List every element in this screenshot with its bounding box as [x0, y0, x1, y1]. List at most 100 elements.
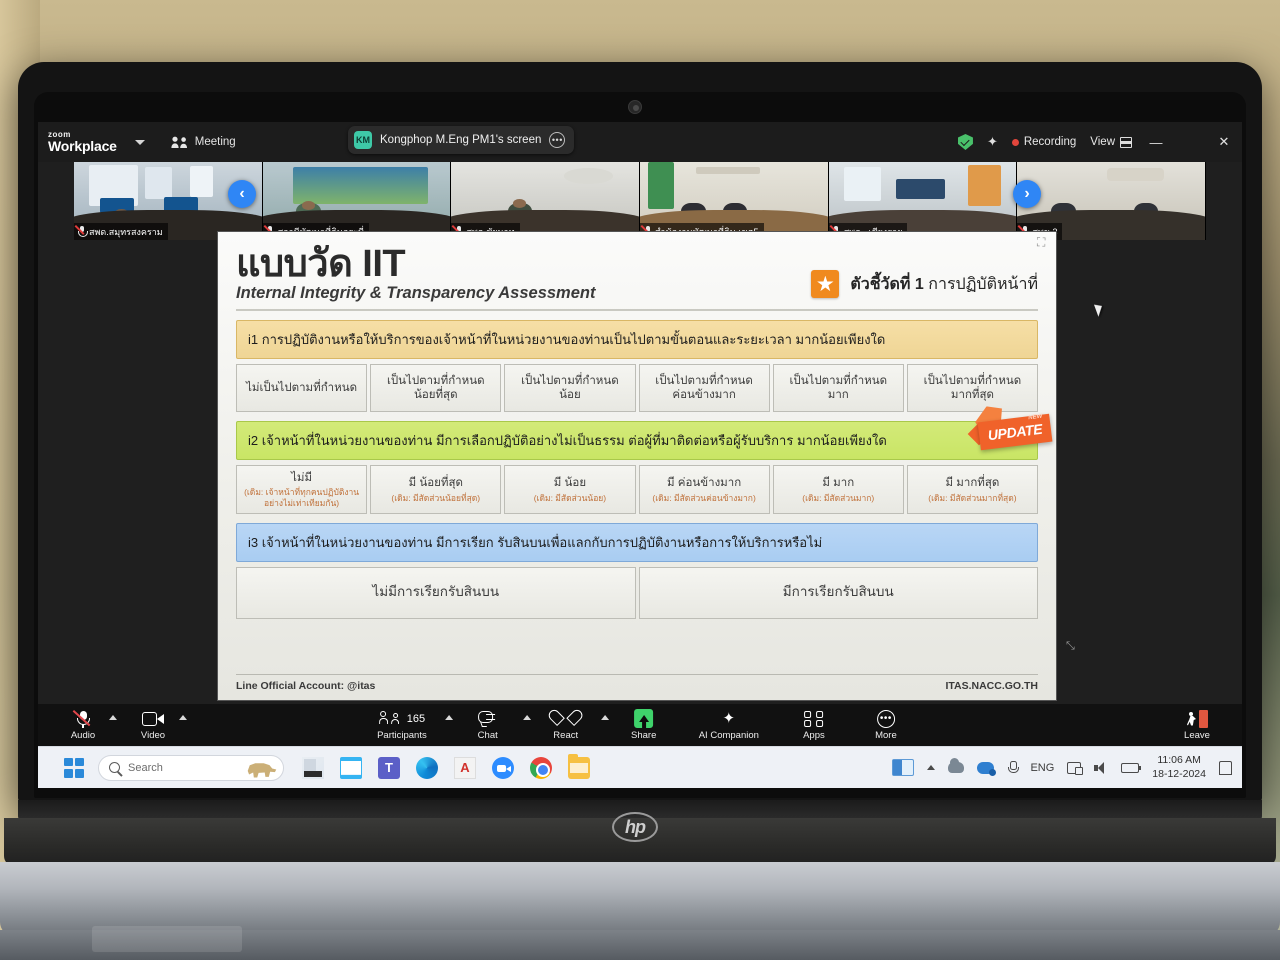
acrobat-icon[interactable]	[454, 756, 476, 779]
zoom-title-bar: zoom Workplace Meeting KM Kongphop M.Eng…	[38, 122, 1242, 162]
cloud-icon[interactable]	[948, 758, 965, 773]
participants-label: Participants	[377, 730, 427, 741]
elephant-icon	[247, 763, 277, 778]
option-cell[interactable]: เป็นไปตามที่กำหนด มาก	[772, 364, 904, 413]
view-button[interactable]: View	[1090, 136, 1132, 148]
option-cell[interactable]: เป็นไปตามที่กำหนด น้อย	[504, 364, 636, 413]
option-cell[interactable]: ไม่มีการเรียกรับสินบน	[236, 566, 636, 619]
touchpad	[92, 926, 242, 952]
avatar: KM	[354, 131, 372, 149]
chat-bubble-icon	[478, 709, 497, 728]
options-i2: ไม่มี (เดิม: เจ้าหน้าที่ทุกคนปฏิบัติงานอ…	[236, 465, 1039, 514]
filmstrip-next-button[interactable]: ›	[1013, 180, 1041, 208]
recording-dot-icon	[1011, 138, 1019, 146]
ai-companion-button[interactable]: ✦ AI Companion	[693, 707, 765, 743]
sparkle-icon[interactable]: ✦	[987, 134, 998, 150]
taskbar-app-icons	[302, 753, 590, 779]
react-caret-icon[interactable]	[600, 715, 609, 720]
option-sublabel: (เดิม: มีสัดส่วนมาก)	[802, 492, 875, 503]
shield-check-icon[interactable]	[957, 134, 973, 150]
search-icon	[109, 762, 120, 773]
video-button[interactable]: Video	[130, 707, 176, 743]
video-thumbnail[interactable]: สถานีพัฒนาที่ดินกระบี่	[262, 162, 452, 240]
option-cell[interactable]: ไม่เป็นไปตามที่กำหนด	[236, 364, 368, 413]
video-thumbnail[interactable]: สพข.3	[1017, 162, 1206, 240]
indicator-topic: การปฏิบัติหน้าที่	[928, 275, 1038, 293]
option-label: เป็นไปตามที่กำหนด น้อย	[521, 374, 619, 402]
volume-icon[interactable]	[1094, 761, 1108, 774]
language-indicator[interactable]: ENG	[1030, 762, 1054, 774]
notifications-icon[interactable]	[1219, 760, 1232, 775]
option-cell[interactable]: เป็นไปตามที่กำหนด มากที่สุด	[906, 364, 1039, 413]
thumbnail-name: สพด.สมุทรสงคราม	[74, 223, 168, 240]
option-cell[interactable]: มี น้อยที่สุด (เดิม: มีสัดส่วนน้อยที่สุด…	[370, 465, 502, 514]
minimize-button[interactable]: —	[1146, 135, 1166, 150]
apps-button[interactable]: Apps	[791, 707, 837, 743]
leave-button[interactable]: Leave	[1174, 707, 1220, 743]
video-thumbnail[interactable]: สพด._เชียงราย	[828, 162, 1018, 240]
participants-button[interactable]: 165 Participants	[371, 707, 433, 743]
more-button[interactable]: ••• More	[863, 707, 909, 743]
audio-options-caret-icon[interactable]	[109, 715, 117, 720]
chat-button[interactable]: Chat	[465, 707, 511, 743]
option-label: มี น้อยที่สุด	[408, 477, 463, 490]
share-fullscreen-icon[interactable]: ⛶	[1037, 236, 1050, 249]
zoom-logo: zoom Workplace	[48, 131, 117, 154]
maximize-button[interactable]	[1180, 135, 1200, 150]
search-input[interactable]: Search	[98, 754, 284, 781]
folder-icon[interactable]	[568, 753, 590, 779]
slide-footer: Line Official Account: @itas ITAS.NACC.G…	[236, 674, 1038, 692]
question-i3: i3 เจ้าหน้าที่ในหน่วยงานของท่าน มีการเรี…	[236, 522, 1038, 562]
option-cell[interactable]: มี มากที่สุด (เดิม: มีสัดส่วนมากที่สุด)	[906, 465, 1039, 514]
windows-taskbar: Search ENG	[38, 746, 1242, 788]
battery-icon[interactable]	[1121, 762, 1142, 773]
participants-caret-icon[interactable]	[444, 715, 453, 720]
zoom-icon[interactable]	[492, 756, 514, 779]
option-cell[interactable]: ไม่มี (เดิม: เจ้าหน้าที่ทุกคนปฏิบัติงานอ…	[236, 465, 368, 514]
option-cell[interactable]: มี น้อย (เดิม: มีสัดส่วนน้อย)	[504, 465, 636, 514]
ellipsis-icon[interactable]: •••	[549, 132, 566, 148]
resize-handle-icon[interactable]: ⤡	[1066, 640, 1078, 652]
filmstrip-prev-button[interactable]: ‹	[228, 180, 256, 208]
video-options-caret-icon[interactable]	[179, 715, 187, 720]
widgets-icon[interactable]	[892, 759, 915, 776]
recording-status[interactable]: Recording	[1011, 136, 1076, 148]
screen-share-banner[interactable]: KM Kongphop M.Eng PM1's screen •••	[348, 126, 575, 154]
header-divider	[236, 309, 1038, 312]
audio-button[interactable]: Audio	[60, 707, 106, 743]
share-screen-button[interactable]: Share	[621, 707, 667, 743]
react-button[interactable]: React	[543, 707, 589, 743]
footer-website: ITAS.NACC.GO.TH	[945, 680, 1038, 692]
video-thumbnail[interactable]: สำนักงานพัฒนาที่ดิน เขต5	[640, 162, 829, 240]
view-label: View	[1090, 136, 1115, 148]
option-label: เป็นไปตามที่กำหนด มาก	[789, 374, 888, 402]
indicator-label: ตัวชี้วัดที่ 1 การปฏิบัติหน้าที่	[850, 272, 1038, 297]
option-cell[interactable]: มี มาก (เดิม: มีสัดส่วนมาก)	[772, 465, 904, 514]
meeting-tab[interactable]: Meeting	[171, 136, 236, 149]
chat-caret-icon[interactable]	[522, 715, 531, 720]
apps-label: Apps	[803, 730, 825, 741]
start-button-icon[interactable]	[64, 757, 84, 778]
onedrive-icon[interactable]	[977, 761, 997, 776]
video-thumbnail[interactable]: สพด.ชัยนาท	[451, 162, 641, 240]
titlebar-right-group: ✦ Recording View — ✕	[957, 122, 1234, 162]
option-label: ไม่มี	[291, 472, 313, 485]
option-cell[interactable]: มีการเรียกรับสินบน	[638, 566, 1038, 619]
close-button[interactable]: ✕	[1214, 134, 1234, 150]
option-cell[interactable]: เป็นไปตามที่กำหนด ค่อนข้างมาก	[638, 364, 770, 413]
microphone-icon[interactable]	[1007, 760, 1019, 775]
file-explorer-icon[interactable]	[302, 756, 324, 779]
chrome-icon[interactable]	[530, 756, 552, 779]
slide-header: แบบวัด IIT Internal Integrity & Transpar…	[236, 245, 1038, 303]
edge-icon[interactable]	[416, 756, 438, 779]
teams-icon[interactable]	[378, 756, 400, 779]
chevron-down-icon[interactable]	[134, 139, 145, 145]
network-icon[interactable]	[1067, 761, 1084, 775]
option-cell[interactable]: มี ค่อนข้างมาก (เดิม: มีสัดส่วนค่อนข้างม…	[638, 465, 770, 514]
mail-icon[interactable]	[340, 756, 362, 779]
options-i1: ไม่เป็นไปตามที่กำหนด เป็นไปตามที่กำหนด น…	[236, 364, 1039, 413]
option-cell[interactable]: เป็นไปตามที่กำหนด น้อยที่สุด	[370, 364, 502, 413]
show-hidden-icons-caret[interactable]	[927, 765, 936, 770]
slide-title-group: แบบวัด IIT Internal Integrity & Transpar…	[236, 245, 595, 303]
clock[interactable]: 11:06 AM 18-12-2024	[1152, 754, 1206, 780]
